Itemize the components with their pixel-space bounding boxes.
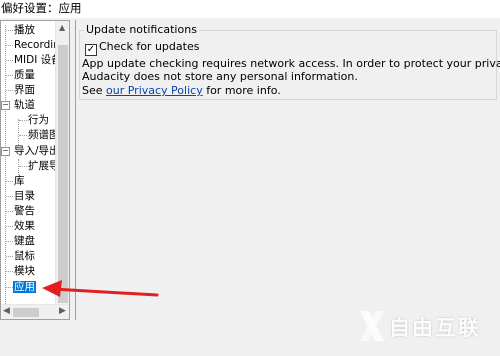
preferences-window: 偏好设置：应用 播放 Recording MIDI 设备 质量 界面 − 轨道 (0, 0, 500, 356)
watermark-x-icon (360, 311, 384, 341)
annotation-arrow-shaft (51, 287, 159, 297)
watermark-text: 自由互联 (389, 316, 481, 340)
annotation-arrow (42, 280, 159, 297)
watermark-logo: 自由互联 (357, 306, 493, 346)
annotation-arrow-head (42, 280, 62, 297)
